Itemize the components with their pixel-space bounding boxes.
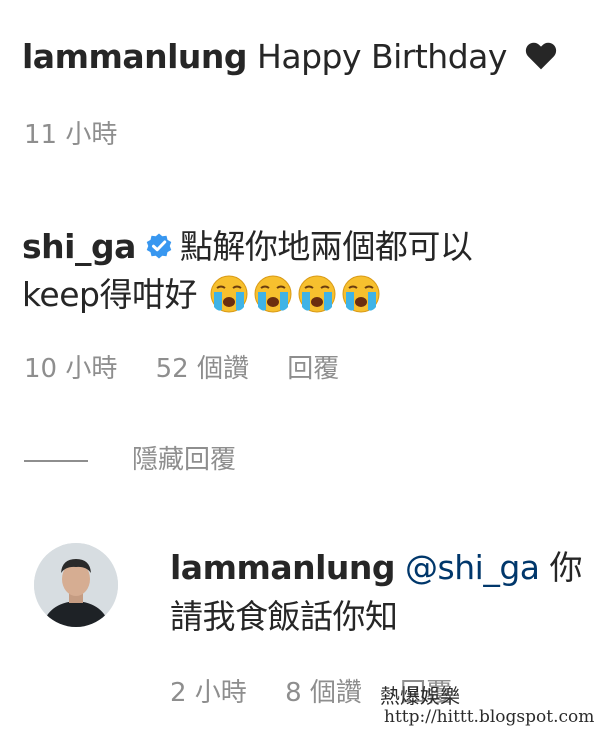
heart-icon (525, 42, 557, 70)
comment-1-username[interactable]: lammanlung (22, 37, 248, 76)
loudly-crying-face-emoji (254, 275, 292, 313)
reply-1-text-line-2: 請我食飯話你知 (170, 597, 398, 636)
reply-1-time[interactable]: 2 小時 (170, 676, 247, 710)
avatar[interactable] (34, 543, 118, 627)
reply-1-likes[interactable]: 8 個讚 (285, 676, 362, 710)
comment-1-text: Happy Birthday (257, 37, 507, 76)
reply-1-username[interactable]: lammanlung (170, 548, 396, 587)
comment-2-reply-button[interactable]: 回覆 (287, 352, 339, 386)
reply-1-line-1: lammanlung @shi_ga 你 (170, 547, 582, 589)
watermark-title: 熱爆娛樂 (380, 684, 460, 708)
hide-replies-button[interactable]: 隱藏回覆 (132, 443, 236, 477)
emoji-group (209, 275, 385, 314)
comment-2-meta: 10 小時 52 個讚 回覆 (24, 352, 339, 386)
replies-divider (24, 460, 88, 462)
hide-replies-label: 隱藏回覆 (132, 445, 237, 475)
comment-2-text-line-1: 點解你地兩個都可以 (179, 227, 473, 266)
watermark-url: http://hittt.blogspot.com (384, 707, 595, 727)
loudly-crying-face-emoji (210, 275, 248, 313)
loudly-crying-face-emoji (342, 275, 380, 313)
comment-1-meta: 11 小時 (24, 118, 117, 152)
reply-1-text-line-1: 你 (549, 548, 583, 587)
comment-2-username[interactable]: shi_ga (22, 227, 136, 266)
comment-2-line-1: shi_ga 點解你地兩個都可以 (22, 226, 473, 268)
comment-2-time[interactable]: 10 小時 (24, 352, 117, 386)
comment-2-likes[interactable]: 52 個讚 (156, 352, 249, 386)
avatar-image (34, 543, 118, 627)
reply-1-mention[interactable]: @shi_ga (405, 548, 540, 587)
loudly-crying-face-emoji (298, 275, 336, 313)
comment-2-text-line-2: keep得咁好 (22, 275, 198, 314)
verified-badge-icon (146, 233, 172, 259)
comment-1-time[interactable]: 11 小時 (24, 118, 117, 152)
comment-1: lammanlung Happy Birthday (22, 36, 557, 78)
comment-2-line-2: keep得咁好 (22, 274, 385, 316)
reply-1-line-2: 請我食飯話你知 (170, 596, 398, 638)
